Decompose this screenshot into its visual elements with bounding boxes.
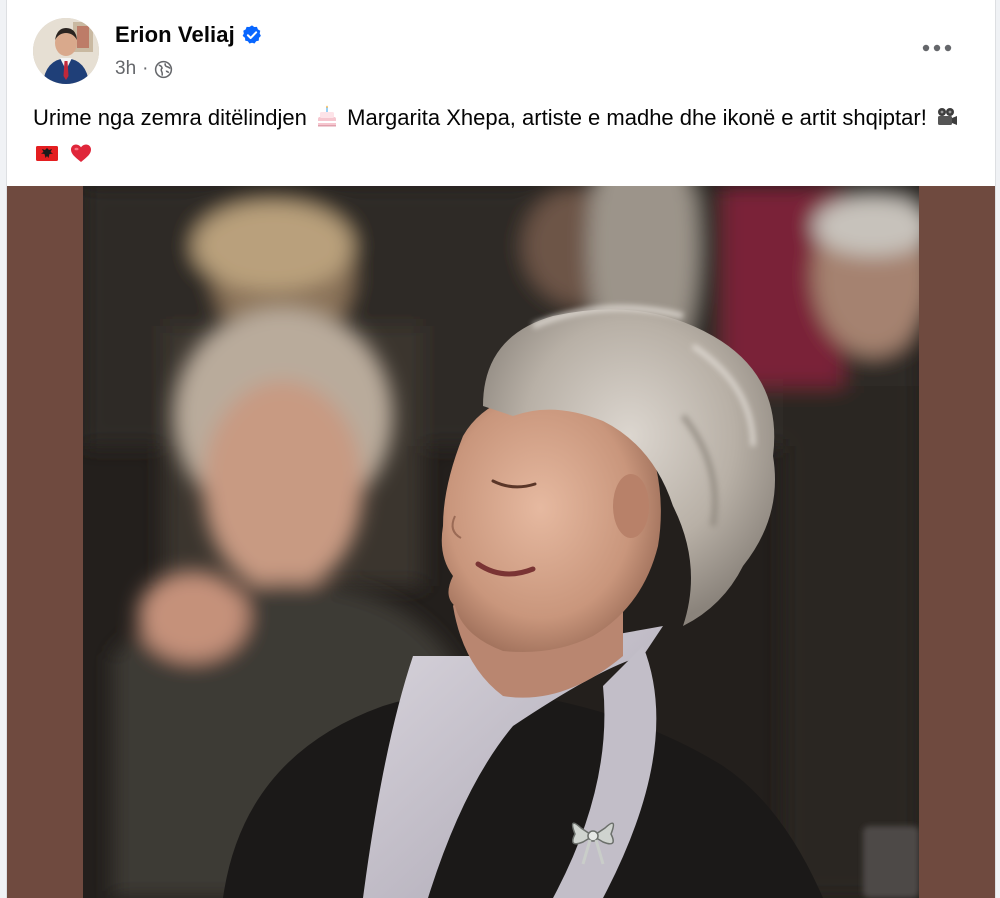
post-caption: Urime nga zemra ditëlindjen Margarita Xh… bbox=[33, 100, 973, 172]
birthday-cake-emoji bbox=[318, 105, 337, 127]
post-timestamp[interactable]: 3h bbox=[115, 58, 136, 80]
movie-camera-emoji bbox=[937, 108, 957, 125]
author-name[interactable]: Erion Veliaj bbox=[115, 22, 235, 48]
portrait-photo bbox=[83, 186, 919, 898]
meta-separator: · bbox=[142, 58, 149, 79]
more-options-button[interactable] bbox=[917, 30, 957, 66]
post-media[interactable] bbox=[7, 186, 995, 898]
more-options-icon bbox=[922, 44, 952, 52]
author-avatar[interactable] bbox=[33, 18, 99, 84]
post-meta: 3h · bbox=[115, 58, 173, 80]
caption-text-part2: Margarita Xhepa, artiste e madhe dhe iko… bbox=[347, 105, 927, 130]
author-row: Erion Veliaj bbox=[115, 22, 263, 48]
albanian-flag-emoji bbox=[36, 146, 58, 161]
globe-icon[interactable] bbox=[154, 60, 173, 79]
verified-badge-icon bbox=[242, 25, 261, 44]
red-heart-emoji bbox=[71, 144, 92, 162]
post-photo[interactable] bbox=[83, 186, 919, 898]
avatar-portrait bbox=[33, 18, 99, 84]
caption-text-part1: Urime nga zemra ditëlindjen bbox=[33, 105, 307, 130]
facebook-post: Erion Veliaj 3h · Urime nga zemra ditëli… bbox=[6, 0, 996, 898]
